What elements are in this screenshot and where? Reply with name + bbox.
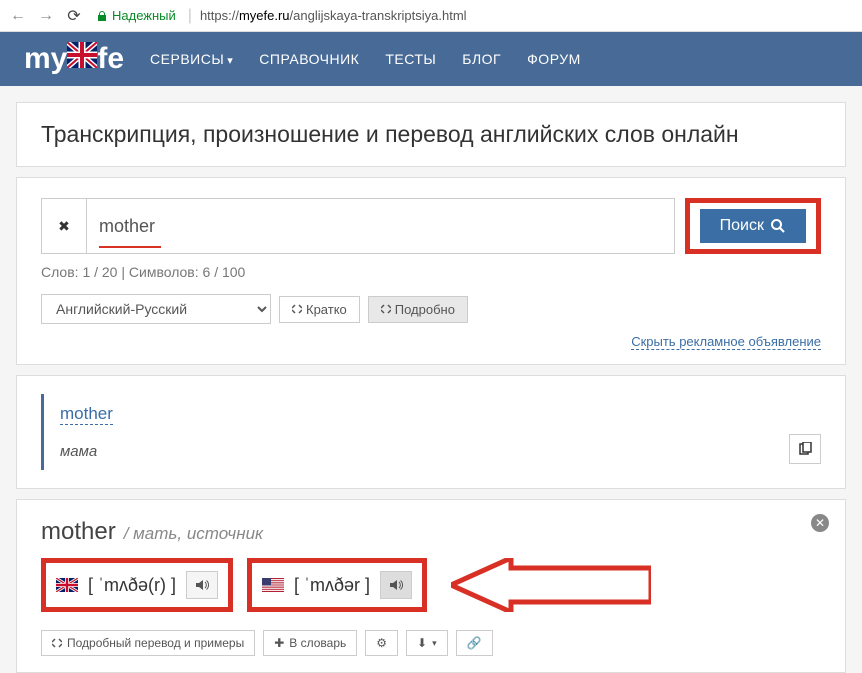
copy-button[interactable] <box>789 434 821 464</box>
brief-button[interactable]: Кратко <box>279 296 360 323</box>
annotation-uk-highlight: [ ˈmʌðə(r) ] <box>41 558 233 612</box>
nav-tests[interactable]: ТЕСТЫ <box>385 51 436 67</box>
secure-label: Надежный <box>112 8 176 23</box>
browser-address-bar: ← → ⟳ Надежный | https://myefe.ru/anglij… <box>0 0 862 32</box>
settings-button[interactable]: ⚙ <box>365 630 398 656</box>
expand-icon <box>52 638 62 648</box>
result-word-link[interactable]: mother <box>60 404 113 425</box>
speaker-icon <box>389 578 403 592</box>
copy-icon <box>798 442 812 456</box>
uk-transcription: [ ˈmʌðə(r) ] <box>88 575 176 596</box>
search-input[interactable] <box>87 198 675 254</box>
add-dictionary-button[interactable]: ✚ В словарь <box>263 630 357 656</box>
speaker-icon <box>195 578 209 592</box>
play-us-button[interactable] <box>380 571 412 599</box>
uk-flag-icon <box>56 578 78 592</box>
detail-word: mother <box>41 518 116 546</box>
back-button[interactable]: ← <box>8 6 28 26</box>
annotation-search-highlight: Поиск <box>685 198 821 254</box>
close-button[interactable]: ✕ <box>811 514 829 532</box>
url-display[interactable]: https://myefe.ru/anglijskaya-transkripts… <box>200 8 467 23</box>
us-transcription: [ ˈmʌðər ] <box>294 575 370 596</box>
secure-badge[interactable]: Надежный <box>92 8 180 23</box>
result-detail: ✕ mother мать, источник [ ˈmʌðə(r) ] [ ˈ… <box>16 499 846 673</box>
gear-icon: ⚙ <box>376 636 387 650</box>
lock-icon <box>96 10 108 22</box>
logo[interactable]: myfe <box>24 42 124 76</box>
result-summary: mother мама <box>16 375 846 489</box>
stats-line: Слов: 1 / 20 | Символов: 6 / 100 <box>41 264 821 280</box>
annotation-arrow <box>451 558 651 612</box>
plus-icon: ✚ <box>274 636 284 650</box>
page-title-box: Транскрипция, произношение и перевод анг… <box>16 102 846 167</box>
caret-icon: ▾ <box>432 638 437 649</box>
hide-ad-link[interactable]: Скрыть рекламное объявление <box>631 334 821 350</box>
annotation-us-highlight: [ ˈmʌðər ] <box>247 558 427 612</box>
full-translation-button[interactable]: Подробный перевод и примеры <box>41 630 255 656</box>
search-icon <box>770 218 786 234</box>
result-translation: мама <box>60 443 805 460</box>
us-flag-icon <box>262 578 284 592</box>
main-nav: myfe СЕРВИСЫ▾ СПРАВОЧНИК ТЕСТЫ БЛОГ ФОРУ… <box>0 32 862 86</box>
expand-icon <box>381 304 391 314</box>
download-button[interactable]: ⬇▾ <box>406 630 448 656</box>
detail-subtitle: мать, источник <box>124 524 263 544</box>
nav-reference[interactable]: СПРАВОЧНИК <box>259 51 359 67</box>
nav-blog[interactable]: БЛОГ <box>462 51 501 67</box>
link-icon: 🔗 <box>467 636 482 650</box>
detail-button[interactable]: Подробно <box>368 296 468 323</box>
search-button[interactable]: Поиск <box>700 209 806 243</box>
nav-forum[interactable]: ФОРУМ <box>527 51 581 67</box>
clear-button[interactable]: ✖ <box>41 198 87 254</box>
page-title: Транскрипция, произношение и перевод анг… <box>41 121 821 148</box>
download-icon: ⬇ <box>417 636 427 650</box>
url-separator: | <box>188 7 192 25</box>
language-select[interactable]: Английский-Русский <box>41 294 271 324</box>
compress-icon <box>292 304 302 314</box>
play-uk-button[interactable] <box>186 571 218 599</box>
reload-button[interactable]: ⟳ <box>64 6 84 26</box>
annotation-underline <box>99 246 161 248</box>
forward-button: → <box>36 6 56 26</box>
nav-services[interactable]: СЕРВИСЫ▾ <box>150 51 233 67</box>
search-panel: ✖ Поиск Слов: 1 / 20 | Символов: 6 / 100… <box>16 177 846 365</box>
link-button[interactable]: 🔗 <box>456 630 493 656</box>
